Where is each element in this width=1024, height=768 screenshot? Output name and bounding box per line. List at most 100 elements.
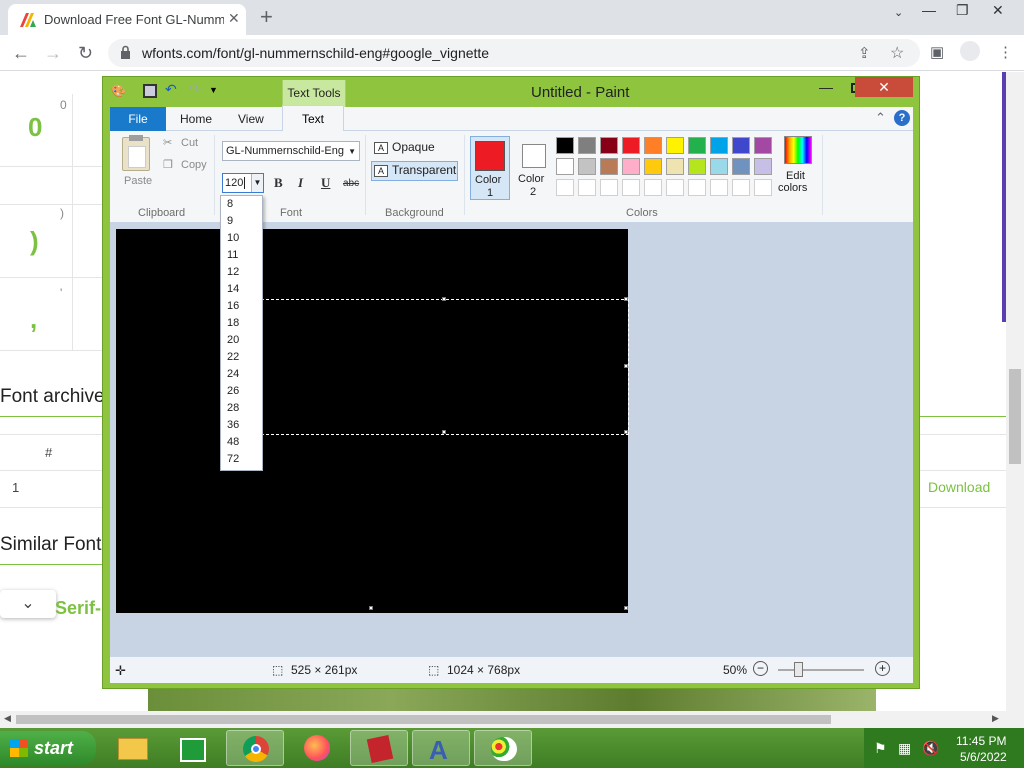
palette-swatch[interactable]: [556, 158, 574, 175]
horizontal-scrollbar[interactable]: ◀ ▶: [0, 711, 1006, 728]
zoom-slider-track[interactable]: [778, 669, 864, 671]
back-icon[interactable]: ←: [12, 43, 30, 64]
palette-swatch[interactable]: [688, 179, 706, 196]
tab-file[interactable]: File: [110, 107, 166, 131]
tab-text[interactable]: Text: [282, 105, 344, 132]
palette-swatch[interactable]: [754, 158, 772, 175]
action-center-icon[interactable]: ⚑: [874, 740, 887, 757]
bookmark-star-icon[interactable]: ☆: [890, 43, 904, 63]
font-app-icon[interactable]: A: [412, 730, 470, 766]
palette-swatch[interactable]: [710, 179, 728, 196]
font-size-option[interactable]: 22: [221, 349, 262, 366]
palette-swatch[interactable]: [578, 137, 596, 154]
font-size-option[interactable]: 11: [221, 247, 262, 264]
font-size-option[interactable]: 16: [221, 298, 262, 315]
customize-qat-icon[interactable]: ▼: [209, 85, 223, 99]
paste-button[interactable]: Paste: [124, 175, 152, 187]
font-size-option[interactable]: 18: [221, 315, 262, 332]
font-size-option[interactable]: 9: [221, 213, 262, 230]
palette-swatch[interactable]: [754, 137, 772, 154]
palette-swatch[interactable]: [710, 137, 728, 154]
font-size-option[interactable]: 28: [221, 400, 262, 417]
browser-tab[interactable]: Download Free Font GL-Numme ✕: [8, 4, 246, 35]
text-selection-box[interactable]: [261, 297, 629, 435]
transparent-option[interactable]: A Transparent: [374, 163, 456, 177]
palette-swatch[interactable]: [644, 158, 662, 175]
help-icon[interactable]: ?: [894, 110, 910, 126]
font-size-option[interactable]: 14: [221, 281, 262, 298]
profile-avatar-icon[interactable]: [960, 41, 980, 61]
font-size-option[interactable]: 12: [221, 264, 262, 281]
bold-button[interactable]: B: [274, 175, 283, 191]
volume-muted-icon[interactable]: 🔇: [922, 740, 939, 757]
similar-font-item[interactable]: Serif-: [55, 598, 101, 619]
menu-icon[interactable]: ⋮: [998, 43, 1013, 61]
palette-swatch[interactable]: [732, 179, 750, 196]
palette-swatch[interactable]: [622, 158, 640, 175]
address-bar[interactable]: wfonts.com/font/gl-nummernschild-eng#goo…: [108, 39, 920, 67]
close-tab-icon[interactable]: ✕: [228, 10, 240, 27]
underline-button[interactable]: U: [321, 175, 330, 191]
palette-swatch[interactable]: [666, 137, 684, 154]
download-link[interactable]: Download: [928, 479, 990, 495]
palette-swatch[interactable]: [622, 137, 640, 154]
palette-swatch[interactable]: [644, 179, 662, 196]
palette-swatch[interactable]: [600, 137, 618, 154]
font-size-option[interactable]: 72: [221, 451, 262, 468]
palette-swatch[interactable]: [622, 179, 640, 196]
font-size-option[interactable]: 20: [221, 332, 262, 349]
save-icon[interactable]: [143, 84, 157, 98]
font-size-option[interactable]: 48: [221, 434, 262, 451]
store-icon[interactable]: [166, 730, 224, 766]
chrome-icon[interactable]: [226, 730, 284, 766]
palette-swatch[interactable]: [600, 179, 618, 196]
horizontal-scroll-thumb[interactable]: [16, 715, 831, 724]
palette-swatch[interactable]: [710, 158, 728, 175]
vertical-scroll-thumb[interactable]: [1009, 369, 1021, 464]
clock-date[interactable]: 5/6/2022: [960, 750, 1007, 764]
font-family-select[interactable]: GL-Nummernschild-Eng ▼: [222, 141, 360, 161]
side-panel-icon[interactable]: ▣: [930, 43, 944, 61]
new-tab-icon[interactable]: +: [260, 4, 273, 30]
palette-swatch[interactable]: [600, 158, 618, 175]
palette-swatch[interactable]: [556, 137, 574, 154]
collapse-chevron-icon[interactable]: ⌄: [0, 590, 56, 618]
font-size-option[interactable]: 24: [221, 366, 262, 383]
color1-button[interactable]: Color 1: [470, 136, 510, 200]
paint-minimize-icon[interactable]: —: [819, 79, 833, 95]
palette-swatch[interactable]: [732, 158, 750, 175]
zoom-slider-thumb[interactable]: [794, 662, 803, 677]
palette-swatch[interactable]: [732, 137, 750, 154]
edit-colors-button[interactable]: Edit colors: [778, 136, 818, 200]
minimize-icon[interactable]: —: [922, 2, 936, 18]
close-window-icon[interactable]: ✕: [992, 2, 1004, 19]
font-size-option[interactable]: 10: [221, 230, 262, 247]
zoom-in-icon[interactable]: +: [875, 661, 890, 676]
palette-swatch[interactable]: [644, 137, 662, 154]
palette-swatch[interactable]: [578, 179, 596, 196]
forward-icon[interactable]: →: [44, 43, 62, 64]
strikethrough-button[interactable]: abc: [343, 178, 359, 189]
start-button[interactable]: start: [0, 731, 96, 765]
firefox-icon[interactable]: [288, 730, 346, 766]
paint-taskbar-icon[interactable]: [474, 730, 532, 766]
tab-view[interactable]: View: [238, 112, 264, 126]
palette-swatch[interactable]: [754, 179, 772, 196]
canvas-resize-handle[interactable]: [624, 606, 628, 610]
tab-search-icon[interactable]: ⌄: [894, 6, 903, 19]
redo-icon[interactable]: ↷: [189, 81, 203, 97]
tab-home[interactable]: Home: [180, 112, 212, 126]
font-viewer-icon[interactable]: [350, 730, 408, 766]
font-size-option[interactable]: 26: [221, 383, 262, 400]
font-size-option[interactable]: 8: [221, 196, 262, 213]
minimize-ribbon-icon[interactable]: ⌃: [875, 110, 886, 126]
undo-icon[interactable]: ↶: [165, 81, 179, 97]
restore-icon[interactable]: ❐: [956, 2, 969, 19]
clock-time[interactable]: 11:45 PM: [956, 734, 1006, 748]
palette-swatch[interactable]: [666, 179, 684, 196]
reload-icon[interactable]: ↻: [78, 43, 93, 64]
palette-swatch[interactable]: [556, 179, 574, 196]
zoom-out-icon[interactable]: −: [753, 661, 768, 676]
font-size-select[interactable]: 120 ▼: [222, 173, 264, 193]
palette-swatch[interactable]: [578, 158, 596, 175]
